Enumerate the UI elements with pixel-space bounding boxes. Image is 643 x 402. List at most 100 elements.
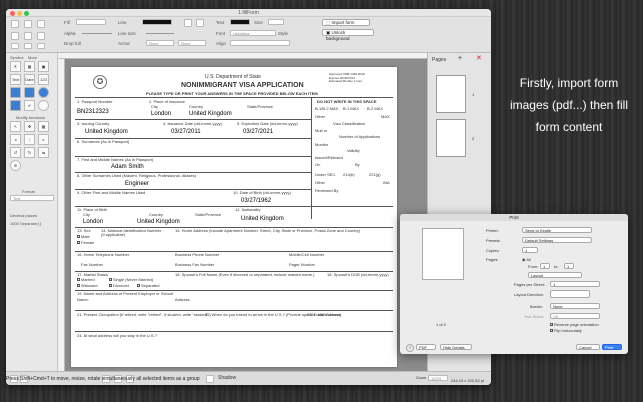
f10-label: 10. Date of Birth (dd-mmm-yyyy) xyxy=(233,190,291,195)
image-tool[interactable]: ▦ xyxy=(24,61,35,72)
alignment-segmented[interactable] xyxy=(230,40,290,46)
line-size-slider[interactable] xyxy=(146,33,174,34)
date-tool[interactable]: Date xyxy=(24,74,35,85)
font-select[interactable]: Helvetica xyxy=(230,30,276,36)
number-tool[interactable]: 123 xyxy=(38,74,49,85)
single-option[interactable]: Single (Never Married) xyxy=(109,278,153,282)
to-field[interactable]: 1 xyxy=(564,263,574,269)
rotate-right-tool[interactable]: ↻ xyxy=(24,147,35,158)
fax-label: Fax Number xyxy=(81,262,104,267)
birth-country-field[interactable]: United Kingdom xyxy=(137,219,180,225)
align-left-tool[interactable]: ⫷ xyxy=(10,134,21,145)
paste-icon[interactable] xyxy=(24,32,32,40)
form-page[interactable]: ✪ U.S. Department of State NONIMMIGRANT … xyxy=(71,67,397,367)
delete-page-icon[interactable]: ✕ xyxy=(476,55,482,62)
layer-icon[interactable] xyxy=(37,43,45,49)
arrow-start-select[interactable]: None xyxy=(146,40,174,46)
format-select[interactable]: Text xyxy=(10,195,54,201)
save-icon[interactable] xyxy=(11,20,19,28)
pdf-button[interactable]: PDF xyxy=(416,344,436,350)
issuance-city-field[interactable]: London xyxy=(151,111,171,117)
help-button[interactable]: ? xyxy=(406,344,414,352)
grid-tool[interactable]: ▦ xyxy=(38,121,49,132)
undo-icon[interactable] xyxy=(24,20,32,28)
add-page-icon[interactable]: + xyxy=(458,55,462,62)
sex-male-option[interactable]: Male xyxy=(77,235,90,239)
text-label: Text xyxy=(216,20,225,25)
name-label: Name: xyxy=(77,297,89,302)
page-thumbnail[interactable] xyxy=(436,119,466,157)
birth-city-field[interactable]: London xyxy=(83,219,103,225)
rounded-rect-tool[interactable] xyxy=(24,87,35,98)
import-form-button[interactable]: ⬚ Import form xyxy=(322,19,370,26)
line-color-well[interactable] xyxy=(142,19,172,25)
line-label: Line xyxy=(118,20,127,25)
widowed-option[interactable]: Widowed xyxy=(77,284,97,288)
date-of-birth-field[interactable]: 03/27/1962 xyxy=(241,198,271,204)
form-canvas[interactable]: ✪ U.S. Department of State NONIMMIGRANT … xyxy=(59,53,427,371)
grid-icon[interactable] xyxy=(11,43,19,49)
border-select[interactable]: None xyxy=(550,303,600,309)
font-label: Font xyxy=(216,31,226,36)
send-backward-icon[interactable] xyxy=(196,19,204,27)
two-sided-select[interactable]: Off xyxy=(550,313,600,319)
settings-gear-icon[interactable]: ✲ xyxy=(10,160,21,171)
separated-option[interactable]: Separated xyxy=(137,284,159,288)
page-thumbnail[interactable] xyxy=(436,75,466,113)
divorced-option[interactable]: Divorced xyxy=(109,284,129,288)
hide-details-button[interactable]: Hide Details xyxy=(440,344,472,350)
unlock-background-button[interactable]: ▣ Unlock background xyxy=(322,29,374,41)
checkmark-tool[interactable]: ✔ xyxy=(24,100,35,111)
pages-per-sheet-select[interactable]: 1 xyxy=(550,281,600,287)
printer-select[interactable]: Send to Kindle xyxy=(522,227,592,233)
from-field[interactable]: 1 xyxy=(540,263,550,269)
issuance-date-field[interactable]: 03/27/2011 xyxy=(171,129,201,135)
cancel-button[interactable]: Cancel xyxy=(576,344,600,350)
copy-icon[interactable] xyxy=(11,32,19,40)
rect-fill-tool[interactable] xyxy=(10,87,21,98)
fill-color-well[interactable] xyxy=(76,19,106,25)
cut-icon[interactable] xyxy=(37,20,45,28)
expiration-date-field[interactable]: 03/27/2021 xyxy=(243,129,273,135)
sex-female-option[interactable]: Female xyxy=(77,241,94,245)
text-tool[interactable]: Text xyxy=(10,74,21,85)
office-row: Reviewed By xyxy=(315,188,339,193)
move-tool[interactable]: ✥ xyxy=(24,121,35,132)
first-names-field[interactable]: Adam Smith xyxy=(111,164,144,170)
copies-field[interactable]: 1 xyxy=(522,247,538,253)
issuing-country-field[interactable]: United Kingdom xyxy=(85,129,128,135)
flip-tool[interactable]: ⇋ xyxy=(38,147,49,158)
symbol-tool[interactable]: ⦿ xyxy=(10,61,21,72)
modify-functions-label: Modify functions xyxy=(16,115,45,120)
text-color-well[interactable] xyxy=(230,19,250,25)
flip-horizontally-checkbox[interactable]: Flip horizontally xyxy=(550,328,582,333)
print-button[interactable]: Print xyxy=(602,344,622,350)
arrow-end-select[interactable]: None xyxy=(178,40,206,46)
delete-icon[interactable] xyxy=(37,32,45,40)
select-tool[interactable]: ↖ xyxy=(10,121,21,132)
issuance-country-field[interactable]: United Kingdom xyxy=(189,111,232,117)
rotate-left-tool[interactable]: ↺ xyxy=(10,147,21,158)
bring-forward-icon[interactable] xyxy=(184,19,192,27)
ellipse-tool[interactable] xyxy=(38,87,49,98)
layout-direction-control[interactable] xyxy=(550,290,590,298)
align-center-tool[interactable]: ⫶ xyxy=(24,134,35,145)
office-row: Other xyxy=(315,180,326,185)
font-size-field[interactable] xyxy=(268,19,284,25)
presets-select[interactable]: Default Settings xyxy=(522,237,592,243)
nationality-field[interactable]: United Kingdom xyxy=(241,216,284,222)
layout-select[interactable]: Layout xyxy=(528,272,582,278)
align-icon[interactable] xyxy=(24,43,32,49)
align-right-tool[interactable]: ⫸ xyxy=(38,134,49,145)
alpha-slider[interactable] xyxy=(82,33,112,34)
layout-direction-label: Layout Direction: xyxy=(514,292,545,297)
circle-tool[interactable] xyxy=(38,100,49,111)
f15-label: 15. Home Address (Include Apartment Numb… xyxy=(175,228,361,233)
shape-tool[interactable] xyxy=(10,100,21,111)
reverse-orientation-checkbox[interactable]: Reverse page orientation xyxy=(550,322,599,327)
married-option[interactable]: Married xyxy=(77,278,95,282)
passport-number-field[interactable]: BN2312323 xyxy=(77,109,109,115)
picture-tool[interactable]: ▣ xyxy=(38,61,49,72)
all-pages-radio[interactable]: ◉ All xyxy=(522,257,531,262)
other-surnames-field[interactable]: Engineer xyxy=(125,181,149,187)
